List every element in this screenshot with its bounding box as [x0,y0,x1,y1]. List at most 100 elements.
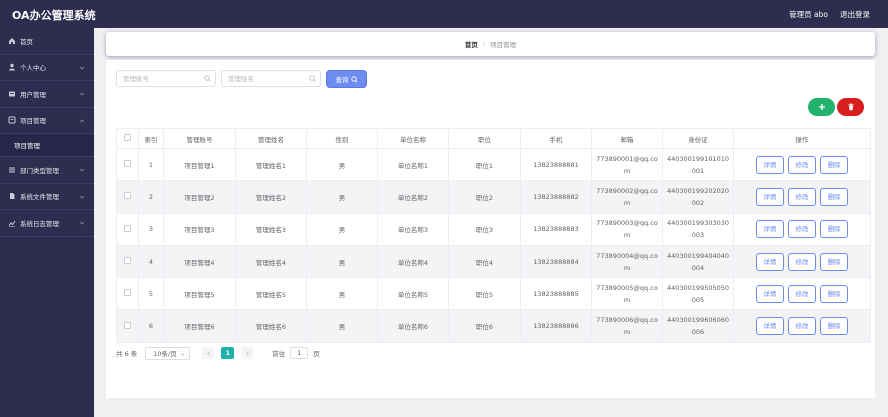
logout-link[interactable]: 退出登录 [840,9,870,20]
email-cell: 773890005@qq.com [591,277,663,311]
breadcrumb-current: 项目管理 [490,41,517,49]
sidebar-item-label: 系统日志管理 [20,219,59,228]
user-label[interactable]: 管理员 abo [789,9,828,20]
row-select-cell[interactable] [116,212,139,246]
delete-button[interactable]: 删除 [820,252,849,271]
email-cell: 773890001@qq.com [591,147,663,182]
plus-icon [818,104,825,110]
id-card-cell: 440300199404040004 [662,244,734,279]
id-card-cell: 440300199303030003 [662,212,734,246]
position-cell: 职位1 [448,147,521,182]
email-text: 773890005@qq.com [596,283,658,304]
row-checkbox[interactable] [124,192,131,200]
detail-button[interactable]: 详情 [755,252,784,271]
sidebar-item-profile[interactable]: 个人中心 [0,55,94,81]
edit-button[interactable]: 修改 [788,284,816,303]
edit-button[interactable]: 修改 [788,155,816,174]
position-cell: 职位3 [448,212,521,246]
row-checkbox[interactable] [124,224,131,232]
phone-cell: 13823888884 [520,244,592,279]
name-cell: 管理姓名2 [235,180,307,214]
row-select-cell[interactable] [116,277,139,311]
detail-button[interactable]: 详情 [755,284,784,303]
row-select-cell[interactable] [116,309,139,343]
unit-cell: 单位名称2 [377,180,449,214]
id-card-cell: 440300199202020002 [662,180,734,214]
gender-cell: 男 [306,147,378,182]
sidebar-item-files[interactable]: 系统文件管理 [0,184,94,210]
breadcrumb-separator: / [482,40,486,48]
app-title: OA办公管理系统 [12,9,96,22]
sidebar-item-projects[interactable]: 项目管理 [0,108,94,134]
email-cell: 773890004@qq.com [591,244,663,279]
row-checkbox[interactable] [124,257,131,265]
select-all-checkbox[interactable] [124,134,131,141]
page-number-current[interactable]: 1 [221,347,235,359]
sidebar-item-users[interactable]: 用户管理 [0,81,94,108]
email-cell: 773890006@qq.com [591,309,663,343]
sidebar-item-label: 部门类型管理 [20,166,59,175]
index-cell: 6 [138,309,164,343]
account-cell: 项目管理1 [163,147,236,182]
id-card-text: 440300199101010001 [666,154,730,175]
id-card-cell: 440300199505050005 [662,277,734,311]
name-search-input[interactable] [221,70,321,87]
id-card-text: 440300199404040004 [666,251,730,272]
delete-button[interactable]: 删除 [820,155,849,174]
email-cell: 773890003@qq.com [591,212,663,246]
add-button[interactable] [808,98,835,116]
sidebar-item-logs[interactable]: 系统日志管理 [0,210,94,237]
gender-cell: 男 [306,180,378,214]
column-header: 手机 [520,128,592,149]
row-select-cell[interactable] [116,244,139,279]
position-cell: 职位4 [448,244,521,279]
breadcrumb-home[interactable]: 首页 [465,39,478,49]
delete-button[interactable]: 删除 [820,220,849,239]
actions-cell: 详情 修改 删除 [733,212,871,246]
delete-button[interactable]: 删除 [820,284,849,303]
gender-cell: 男 [306,309,378,343]
edit-button[interactable]: 修改 [788,252,816,271]
chevron-down-icon [79,168,85,172]
row-checkbox[interactable] [124,289,131,297]
select-all-cell[interactable] [116,128,139,149]
actions-cell: 详情 修改 删除 [733,277,871,311]
detail-button[interactable]: 详情 [755,317,784,336]
delete-button[interactable]: 删除 [820,317,849,336]
query-button[interactable]: 查询 [326,70,367,88]
user-icon [8,63,16,71]
sidebar-subitem-projects[interactable]: 项目管理 [0,134,94,157]
phone-cell: 13823888886 [520,309,592,343]
sidebar-item-home[interactable]: 首页 [0,28,94,55]
sidebar-item-departments[interactable]: 部门类型管理 [0,157,94,184]
actions-cell: 详情 修改 删除 [733,309,871,343]
row-select-cell[interactable] [116,147,139,182]
name-cell: 管理姓名6 [235,309,307,343]
search-icon [204,75,211,82]
prev-page-button[interactable] [202,347,215,359]
column-header: 身份证 [662,128,734,149]
edit-button[interactable]: 修改 [788,187,816,206]
chevron-left-icon [206,351,210,355]
row-select-cell[interactable] [116,180,139,214]
account-search-input[interactable] [116,70,216,87]
id-card-cell: 440300199606060006 [662,309,734,343]
row-checkbox[interactable] [124,321,131,329]
row-checkbox[interactable] [124,160,131,168]
home-icon [8,37,16,45]
id-card-text: 440300199303030003 [666,219,730,240]
detail-button[interactable]: 详情 [755,187,784,206]
unit-cell: 单位名称6 [377,309,449,343]
delete-button[interactable]: 删除 [820,187,849,206]
next-page-button[interactable] [241,347,254,359]
detail-button[interactable]: 详情 [755,155,784,174]
detail-button[interactable]: 详情 [755,220,784,239]
edit-button[interactable]: 修改 [788,220,816,239]
edit-button[interactable]: 修改 [788,317,816,336]
page-size-select[interactable]: 10条/页 [145,346,191,360]
batch-delete-button[interactable] [837,98,864,116]
goto-page-input[interactable] [290,347,309,359]
position-cell: 职位5 [448,277,521,311]
account-cell: 项目管理6 [163,309,236,343]
sidebar: 首页 个人中心 用户管理 项目管理 项目管理 部门类型管理 系统文件管理 系统日… [0,28,94,417]
